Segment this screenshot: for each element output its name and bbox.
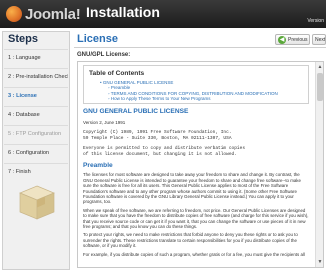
- permission-block: Everyone is permitted to copy and distri…: [83, 146, 309, 157]
- page-title: License: [77, 33, 118, 45]
- license-heading: GNU/GPL License:: [77, 52, 131, 58]
- toc-link[interactable]: ◦ How to Apply These Terms to Your New P…: [89, 96, 303, 101]
- steps-sidebar: Steps 1 : Language 2 : Pre-installation …: [2, 31, 70, 270]
- step-finish[interactable]: 7 : Finish: [4, 163, 68, 181]
- main-title-bar: License ◀ Previous Next ▶: [74, 31, 326, 48]
- next-button[interactable]: Next ▶: [312, 34, 326, 45]
- header-bar: Joomla! Installation Version: [0, 0, 326, 28]
- version-label: Version: [307, 18, 324, 24]
- scroll-down-arrow-icon[interactable]: ▼: [317, 259, 323, 265]
- license-text-frame[interactable]: Table of Contents • GNU GENERAL PUBLIC L…: [77, 61, 324, 268]
- joomla-logo: Joomla!: [6, 5, 81, 23]
- logo-text: Joomla!: [25, 5, 81, 23]
- package-box-icon: [19, 185, 55, 220]
- license-title: GNU GENERAL PUBLIC LICENSE: [83, 108, 189, 115]
- previous-button[interactable]: ◀ Previous: [275, 34, 311, 45]
- license-paragraph: When we speak of free software, we are r…: [83, 207, 309, 230]
- main-panel: License ◀ Previous Next ▶ GNU/GPL Licens…: [74, 31, 326, 270]
- step-pre-installation-check[interactable]: 2 : Pre-installation Check: [4, 68, 68, 86]
- permission-line: of this license document, but changing i…: [83, 151, 237, 157]
- license-paragraph: To protect your rights, we need to make …: [83, 232, 298, 249]
- copyright-block: Copyright (C) 1989, 1991 Free Software F…: [83, 130, 309, 141]
- header-title: Installation: [86, 4, 160, 20]
- license-paragraph: For example, if you distribute copies of…: [83, 251, 305, 257]
- license-content: Table of Contents • GNU GENERAL PUBLIC L…: [80, 65, 312, 257]
- arrow-left-icon: ◀: [278, 35, 286, 44]
- table-of-contents: Table of Contents • GNU GENERAL PUBLIC L…: [83, 65, 309, 104]
- step-database[interactable]: 4 : Database: [4, 106, 68, 124]
- step-ftp-configuration: 5 : FTP Configuration: [4, 125, 68, 143]
- scroll-thumb[interactable]: [317, 73, 323, 101]
- step-language[interactable]: 1 : Language: [4, 49, 68, 67]
- preamble-heading: Preamble: [83, 162, 113, 170]
- steps-title: Steps: [8, 33, 38, 45]
- license-paragraph: The licenses for most software are desig…: [83, 172, 301, 205]
- joomla-logo-icon: [6, 6, 22, 22]
- next-label: Next: [315, 36, 326, 43]
- license-scrollbar[interactable]: ▲ ▼: [315, 62, 323, 267]
- scroll-up-arrow-icon[interactable]: ▲: [317, 64, 323, 70]
- previous-label: Previous: [288, 36, 308, 43]
- step-configuration[interactable]: 6 : Configuration: [4, 144, 68, 162]
- license-version: Version 2, June 1991: [83, 120, 126, 125]
- step-license[interactable]: 3 : License: [4, 87, 68, 105]
- copyright-line: 59 Temple Place - Suite 330, Boston, MA …: [83, 135, 232, 141]
- toc-title: Table of Contents: [89, 70, 145, 77]
